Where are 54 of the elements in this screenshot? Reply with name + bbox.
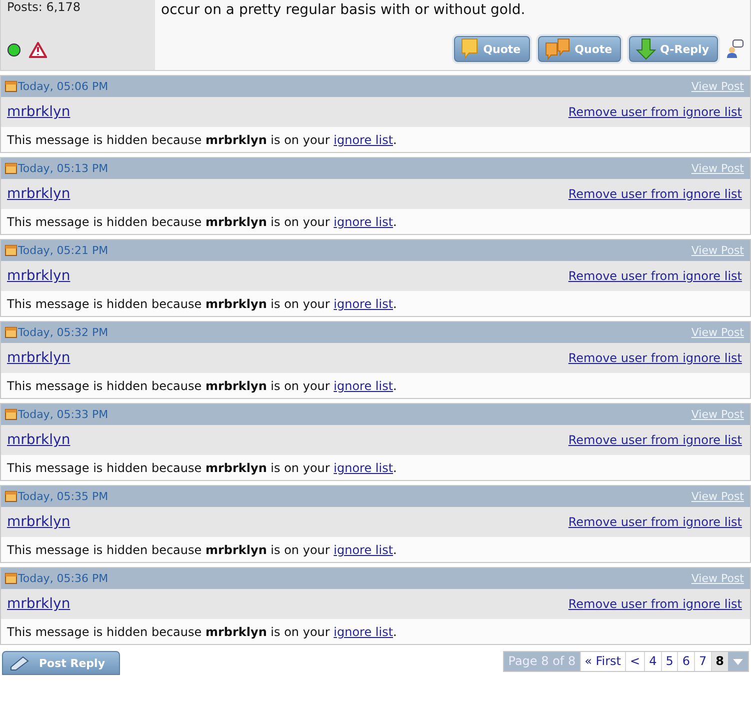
remove-ignore-link[interactable]: Remove user from ignore list bbox=[568, 105, 742, 119]
post-time: Today, 05:32 PM bbox=[18, 326, 108, 339]
username-link[interactable]: mrbrklyn bbox=[7, 432, 70, 448]
user-speech-icon[interactable] bbox=[726, 39, 744, 59]
ignore-list-link[interactable]: ignore list bbox=[334, 625, 394, 639]
ignore-list-link[interactable]: ignore list bbox=[334, 461, 394, 475]
post-count: Posts: 6,178 bbox=[7, 0, 82, 14]
remove-ignore-link[interactable]: Remove user from ignore list bbox=[568, 433, 742, 447]
hidden-message: This message is hidden because mrbrklyn is on your ignore list. bbox=[1, 209, 750, 234]
hidden-message: This message is hidden because mrbrklyn is on your ignore list. bbox=[1, 291, 750, 316]
post-text: occur on a pretty regular basis with or without gold. bbox=[161, 2, 526, 18]
ignore-list-link[interactable]: ignore list bbox=[334, 379, 394, 393]
ignore-list-link[interactable]: ignore list bbox=[334, 133, 394, 147]
remove-ignore-link[interactable]: Remove user from ignore list bbox=[568, 597, 742, 611]
remove-ignore-link[interactable]: Remove user from ignore list bbox=[568, 187, 742, 201]
caret-icon bbox=[732, 658, 744, 666]
post-time: Today, 05:21 PM bbox=[18, 244, 108, 257]
post-icon bbox=[5, 327, 17, 338]
hidden-message: This message is hidden because mrbrklyn is on your ignore list. bbox=[1, 619, 750, 644]
speech-bubbles-icon bbox=[544, 38, 571, 60]
post-time: Today, 05:35 PM bbox=[18, 490, 108, 503]
ignore-list-link[interactable]: ignore list bbox=[334, 297, 394, 311]
post-time: Today, 05:13 PM bbox=[18, 162, 108, 175]
speech-bubble-icon bbox=[461, 38, 480, 60]
hidden-message: This message is hidden because mrbrklyn is on your ignore list. bbox=[1, 127, 750, 152]
remove-ignore-link[interactable]: Remove user from ignore list bbox=[568, 515, 742, 529]
pencil-icon bbox=[9, 655, 31, 671]
hidden-message: This message is hidden because mrbrklyn is on your ignore list. bbox=[1, 537, 750, 562]
post-icon bbox=[5, 491, 17, 502]
post-icon bbox=[5, 81, 17, 92]
username-link[interactable]: mrbrklyn bbox=[7, 596, 70, 612]
username-link[interactable]: mrbrklyn bbox=[7, 514, 70, 530]
username-link[interactable]: mrbrklyn bbox=[7, 268, 70, 284]
post-icon bbox=[5, 573, 17, 584]
post-time: Today, 05:06 PM bbox=[18, 80, 108, 93]
username-link[interactable]: mrbrklyn bbox=[7, 104, 70, 120]
username-link[interactable]: mrbrklyn bbox=[7, 186, 70, 202]
hidden-message: This message is hidden because mrbrklyn is on your ignore list. bbox=[1, 455, 750, 480]
post-time: Today, 05:33 PM bbox=[18, 408, 108, 421]
post-icon bbox=[5, 409, 17, 420]
page-link[interactable]: 8 bbox=[710, 652, 728, 671]
down-arrow-icon bbox=[636, 38, 656, 60]
post-time: Today, 05:36 PM bbox=[18, 572, 108, 585]
hidden-message: This message is hidden because mrbrklyn is on your ignore list. bbox=[1, 373, 750, 398]
warning-icon[interactable] bbox=[29, 42, 47, 58]
ignore-list-link[interactable]: ignore list bbox=[334, 543, 394, 557]
ignore-list-link[interactable]: ignore list bbox=[334, 215, 394, 229]
page-indicator: Page 8 of 8 bbox=[504, 652, 580, 671]
username-link[interactable]: mrbrklyn bbox=[7, 350, 70, 366]
page-link[interactable]: 5 bbox=[660, 652, 678, 671]
remove-ignore-link[interactable]: Remove user from ignore list bbox=[568, 351, 742, 365]
post-icon bbox=[5, 245, 17, 256]
remove-ignore-link[interactable]: Remove user from ignore list bbox=[568, 269, 742, 283]
post-icon bbox=[5, 163, 17, 174]
